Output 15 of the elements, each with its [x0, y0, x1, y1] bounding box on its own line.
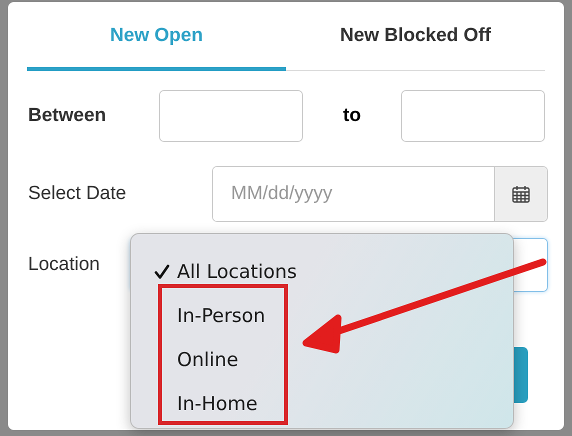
- location-label: Location: [28, 254, 101, 276]
- tab[interactable]: New Blocked Off: [286, 2, 545, 71]
- menu-option[interactable]: In-Home: [131, 382, 513, 426]
- to-label: to: [342, 105, 362, 127]
- menu-option[interactable]: All Locations: [131, 250, 513, 294]
- start-time-field[interactable]: [159, 90, 303, 142]
- menu-option[interactable]: In-Person: [131, 294, 513, 338]
- end-time-field[interactable]: [401, 90, 545, 142]
- menu-option[interactable]: Online: [131, 338, 513, 382]
- between-label: Between: [28, 105, 108, 127]
- date-field[interactable]: MM/dd/yyyy: [212, 166, 548, 222]
- select-date-label: Select Date: [28, 183, 128, 205]
- calendar-button[interactable]: [494, 167, 547, 221]
- calendar-icon: [511, 184, 531, 204]
- check-icon: [153, 263, 171, 281]
